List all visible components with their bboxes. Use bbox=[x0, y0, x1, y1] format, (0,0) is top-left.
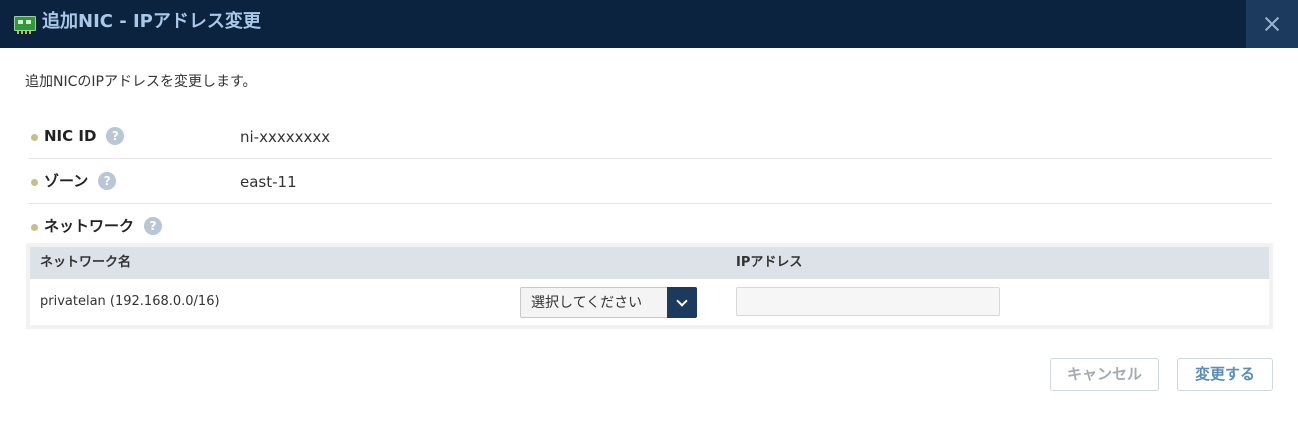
nic-id-value: ni-xxxxxxxx bbox=[240, 128, 331, 146]
help-icon[interactable]: ? bbox=[98, 171, 117, 190]
network-table-container: ネットワーク名 IPアドレス privatelan (192.168.0.0/1… bbox=[26, 243, 1273, 329]
field-label: ゾーン? bbox=[44, 171, 117, 191]
select-value: 選択してください bbox=[531, 295, 643, 311]
submit-button[interactable]: 変更する bbox=[1177, 358, 1273, 391]
zone-value: east-11 bbox=[240, 173, 297, 191]
field-label: NIC ID? bbox=[44, 126, 125, 146]
bullet-icon bbox=[31, 224, 38, 231]
table-row: privatelan (192.168.0.0/16) 選択してください bbox=[30, 279, 1269, 325]
ip-address-input[interactable] bbox=[736, 287, 1000, 316]
field-nic-id: NIC ID? ni-xxxxxxxx bbox=[28, 115, 1272, 159]
header-network-name: ネットワーク名 bbox=[40, 255, 132, 270]
table-header-row: ネットワーク名 IPアドレス bbox=[30, 247, 1269, 279]
help-icon[interactable]: ? bbox=[144, 216, 163, 235]
dialog-title: 追加NIC - IPアドレス変更 bbox=[42, 11, 261, 32]
field-zone: ゾーン? east-11 bbox=[28, 160, 1272, 204]
network-name-cell: privatelan (192.168.0.0/16) bbox=[40, 294, 220, 309]
bullet-icon bbox=[31, 179, 38, 186]
help-icon[interactable]: ? bbox=[106, 126, 125, 145]
nic-card-icon bbox=[14, 16, 36, 34]
dialog-header: 追加NIC - IPアドレス変更 bbox=[0, 0, 1298, 48]
header-ip-address: IPアドレス bbox=[736, 255, 803, 270]
field-label: ネットワーク? bbox=[44, 216, 163, 236]
dialog-description: 追加NICのIPアドレスを変更します。 bbox=[25, 74, 257, 90]
chevron-down-icon[interactable] bbox=[667, 287, 697, 318]
bullet-icon bbox=[31, 134, 38, 141]
close-icon[interactable] bbox=[1246, 0, 1298, 48]
network-table: ネットワーク名 IPアドレス privatelan (192.168.0.0/1… bbox=[30, 247, 1269, 325]
cancel-button[interactable]: キャンセル bbox=[1050, 358, 1159, 391]
ip-mode-select[interactable]: 選択してください bbox=[520, 287, 697, 318]
